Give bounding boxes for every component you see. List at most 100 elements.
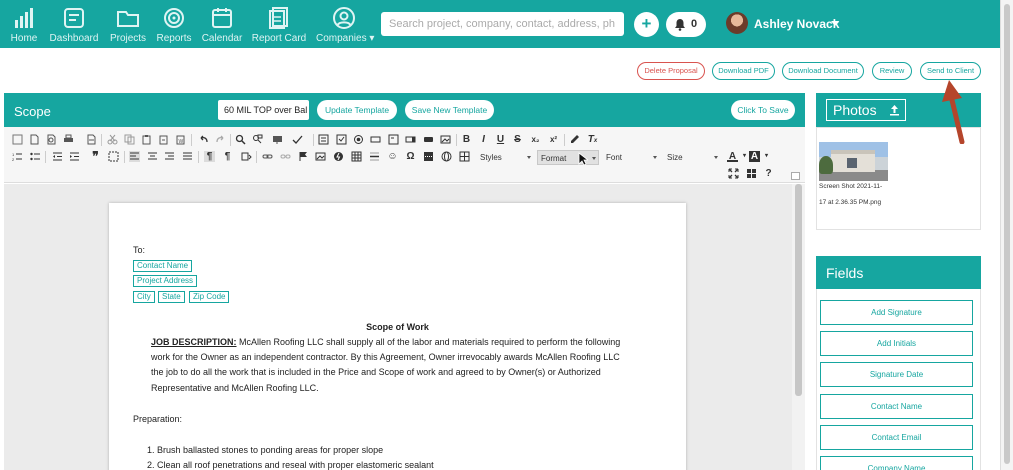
align-left-icon[interactable] <box>129 151 140 162</box>
contact-name-tag[interactable]: Contact Name <box>133 260 193 272</box>
search-input[interactable] <box>381 12 624 36</box>
styles-dropdown[interactable]: Styles <box>477 150 533 165</box>
image-button-icon[interactable] <box>440 134 451 145</box>
page-break-icon[interactable] <box>423 151 434 162</box>
copy-icon[interactable] <box>124 134 135 145</box>
language-icon[interactable] <box>241 151 252 162</box>
click-to-save-button[interactable]: Click To Save <box>731 100 795 120</box>
download-pdf-button[interactable]: Download PDF <box>712 62 775 80</box>
special-char-icon[interactable]: Ω <box>405 151 416 162</box>
template-name-input[interactable]: 60 MIL TOP over Bal <box>218 100 309 120</box>
ltr-icon[interactable]: ¶ <box>204 151 215 162</box>
photo-thumbnail[interactable] <box>819 142 888 181</box>
show-blocks-icon[interactable] <box>746 168 757 179</box>
signature-date-button[interactable]: Signature Date <box>820 362 973 387</box>
source-icon[interactable] <box>12 134 23 145</box>
smiley-icon[interactable]: ☺ <box>387 151 398 162</box>
button-field-icon[interactable] <box>423 134 434 145</box>
remove-format-icon[interactable]: Tx <box>587 134 598 145</box>
document-page[interactable]: To: Contact Name Project Address City St… <box>109 203 686 470</box>
placeholder-icon[interactable] <box>459 151 470 162</box>
city-tag[interactable]: City <box>133 291 155 303</box>
redo-icon[interactable] <box>215 134 226 145</box>
nav-home[interactable]: Home <box>0 6 52 44</box>
print-icon[interactable] <box>63 134 74 145</box>
anchor-flag-icon[interactable] <box>298 151 309 162</box>
add-signature-button[interactable]: Add Signature <box>820 300 973 325</box>
nav-dashboard[interactable]: Dashboard <box>46 6 102 44</box>
new-page-icon[interactable] <box>29 134 40 145</box>
iframe-icon[interactable] <box>441 151 452 162</box>
flash-icon[interactable] <box>333 151 344 162</box>
justify-icon[interactable] <box>182 151 193 162</box>
table-icon[interactable] <box>351 151 362 162</box>
align-center-icon[interactable] <box>147 151 158 162</box>
bullet-list-icon[interactable] <box>30 151 41 162</box>
contact-email-field-button[interactable]: Contact Email <box>820 425 973 450</box>
checkbox-icon[interactable] <box>336 134 347 145</box>
document-scrollbar[interactable] <box>792 184 805 470</box>
collapse-toolbar-icon[interactable] <box>791 172 800 180</box>
chevron-down-icon[interactable] <box>831 21 839 26</box>
link-icon[interactable] <box>262 151 273 162</box>
text-field-icon[interactable] <box>370 134 381 145</box>
preview-icon[interactable] <box>46 134 57 145</box>
page-scrollbar[interactable] <box>1000 0 1013 470</box>
notifications-button[interactable]: 0 <box>666 12 706 37</box>
radio-icon[interactable] <box>353 134 364 145</box>
user-name[interactable]: Ashley Novack <box>754 17 839 31</box>
undo-icon[interactable] <box>198 134 209 145</box>
subscript-icon[interactable]: x₂ <box>530 134 541 145</box>
copy-format-icon[interactable] <box>569 134 580 145</box>
nav-companies[interactable]: Companies ▾ <box>316 6 374 44</box>
font-dropdown[interactable]: Font <box>603 150 659 165</box>
textarea-icon[interactable] <box>388 134 399 145</box>
italic-icon[interactable]: I <box>478 134 489 145</box>
zip-code-tag[interactable]: Zip Code <box>189 291 230 303</box>
contact-name-field-button[interactable]: Contact Name <box>820 394 973 419</box>
strikethrough-icon[interactable]: S <box>512 134 523 145</box>
nav-report-card[interactable]: Report Card <box>251 6 307 44</box>
underline-icon[interactable]: U <box>495 134 506 145</box>
project-address-tag[interactable]: Project Address <box>133 275 198 287</box>
rtl-icon[interactable]: ¶ <box>222 151 233 162</box>
align-right-icon[interactable] <box>164 151 175 162</box>
cut-icon[interactable] <box>107 134 118 145</box>
chevron-down-icon[interactable]: ▾ <box>761 151 772 162</box>
add-initials-button[interactable]: Add Initials <box>820 331 973 356</box>
spellcheck-icon[interactable] <box>292 134 303 145</box>
download-document-button[interactable]: Download Document <box>782 62 864 80</box>
text-color-icon[interactable]: A <box>727 151 738 162</box>
delete-proposal-button[interactable]: Delete Proposal <box>637 62 705 80</box>
save-new-template-button[interactable]: Save New Template <box>405 100 494 120</box>
replace-icon[interactable] <box>252 134 263 145</box>
avatar[interactable] <box>726 12 748 34</box>
size-dropdown[interactable]: Size <box>664 150 720 165</box>
horizontal-line-icon[interactable] <box>369 151 380 162</box>
maximize-icon[interactable] <box>728 168 739 179</box>
page-scrollbar-thumb[interactable] <box>1004 4 1010 464</box>
state-tag[interactable]: State <box>158 291 185 303</box>
company-name-field-button[interactable]: Company Name <box>820 456 973 470</box>
select-all-icon[interactable] <box>272 134 283 145</box>
select-field-icon[interactable] <box>405 134 416 145</box>
format-dropdown[interactable]: Format <box>537 150 599 165</box>
bold-icon[interactable]: B <box>461 134 472 145</box>
paste-text-icon[interactable] <box>158 134 169 145</box>
outdent-icon[interactable] <box>52 151 63 162</box>
document-scrollbar-thumb[interactable] <box>795 184 802 396</box>
image-icon[interactable] <box>315 151 326 162</box>
form-icon[interactable] <box>318 134 329 145</box>
indent-icon[interactable] <box>69 151 80 162</box>
paste-icon[interactable] <box>141 134 152 145</box>
find-icon[interactable] <box>235 134 246 145</box>
background-color-icon[interactable]: A <box>749 151 760 162</box>
add-button[interactable]: + <box>634 12 659 37</box>
nav-calendar[interactable]: Calendar <box>194 6 250 44</box>
templates-icon[interactable] <box>86 134 97 145</box>
div-container-icon[interactable] <box>108 151 119 162</box>
help-icon[interactable]: ? <box>763 168 774 179</box>
update-template-button[interactable]: Update Template <box>317 100 397 120</box>
superscript-icon[interactable]: x² <box>548 134 559 145</box>
upload-photos-button[interactable]: Photos <box>826 99 906 121</box>
